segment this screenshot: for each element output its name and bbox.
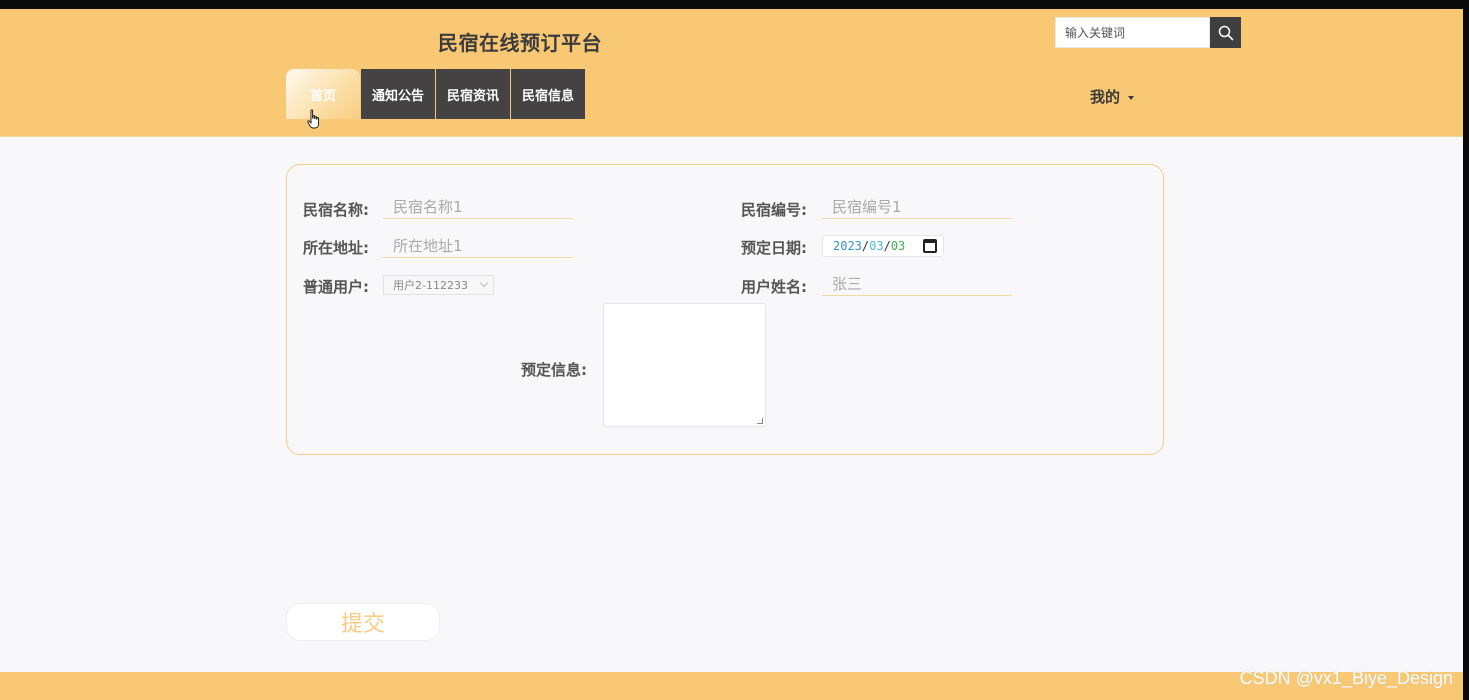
user-name-field[interactable]	[822, 273, 1012, 296]
homestay-no-label: 民宿编号:	[741, 201, 807, 219]
main-nav: 首页 通知公告 民宿资讯 民宿信息	[286, 69, 585, 119]
user-name-label: 用户姓名:	[741, 278, 807, 296]
hand-cursor-icon	[307, 109, 320, 129]
search-icon	[1218, 25, 1233, 40]
watermark: CSDN @vx1_Biye_Design	[1239, 668, 1453, 688]
homestay-name-field[interactable]	[383, 196, 573, 219]
header: 民宿在线预订平台 首页 通知公告 民宿资讯 民宿信息 我的	[0, 9, 1463, 137]
search-box	[1055, 17, 1241, 48]
homestay-name-label: 民宿名称:	[303, 201, 369, 219]
booking-form: 民宿名称: 民宿编号: 所在地址: 预定日期: 2023/03/03 普通用户:…	[286, 164, 1164, 455]
user-label: 普通用户:	[303, 278, 369, 296]
user-select[interactable]: 用户2-112233	[383, 275, 494, 295]
date-year: 2023	[833, 239, 862, 253]
submit-button[interactable]: 提交	[286, 603, 440, 641]
date-day: 03	[890, 239, 906, 253]
booking-date-label: 预定日期:	[741, 239, 807, 257]
homestay-no-field[interactable]	[822, 196, 1012, 219]
chevron-down-icon	[479, 278, 489, 288]
search-button[interactable]	[1210, 17, 1241, 48]
booking-date-field[interactable]: 2023/03/03	[822, 235, 944, 257]
booking-info-textarea[interactable]	[603, 303, 766, 427]
booking-info-label: 预定信息:	[521, 361, 587, 379]
nav-item-news[interactable]: 民宿资讯	[436, 69, 510, 119]
window-right-edge	[1463, 9, 1469, 700]
nav-item-notices[interactable]: 通知公告	[361, 69, 435, 119]
nav-item-home[interactable]: 首页	[286, 69, 360, 119]
calendar-icon[interactable]	[923, 239, 937, 253]
window-top-edge	[0, 0, 1469, 9]
address-label: 所在地址:	[303, 239, 369, 257]
resize-handle-icon[interactable]	[757, 418, 763, 424]
caret-down-icon	[1128, 95, 1135, 100]
user-select-value: 用户2-112233	[393, 279, 468, 292]
nav-item-homestay-info[interactable]: 民宿信息	[511, 69, 585, 119]
search-input[interactable]	[1055, 17, 1210, 48]
address-field[interactable]	[383, 235, 573, 258]
user-menu-label: 我的	[1090, 88, 1121, 106]
site-title: 民宿在线预订平台	[438, 31, 602, 55]
user-menu[interactable]: 我的	[1090, 86, 1135, 107]
date-month: 03	[869, 239, 884, 253]
